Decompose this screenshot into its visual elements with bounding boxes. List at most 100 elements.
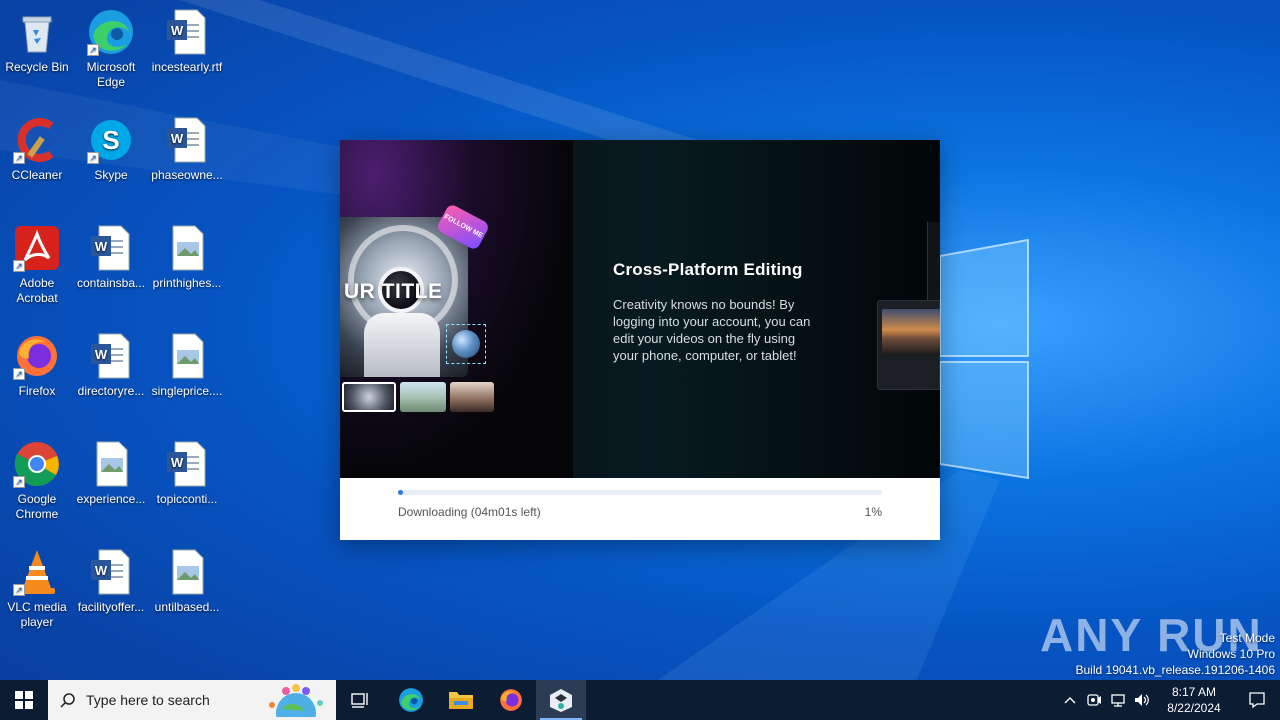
word-document-icon: W [87,224,135,272]
desktop-icon-doc-containsba[interactable]: W containsba... [73,224,149,291]
chevron-up-icon [1064,697,1076,704]
image-file-icon [87,440,135,488]
tray-meet-now-button[interactable] [1082,680,1106,720]
system-tray: 8:17 AM 8/22/2024 [1058,680,1280,720]
windows-logo-wallpaper [940,238,1029,480]
desktop-icon-label: Recycle Bin [5,60,69,74]
thumbnail [450,382,494,412]
desktop-icon-image-singleprice[interactable]: singleprice.... [149,332,225,399]
taskbar-edge-button[interactable] [386,680,436,720]
mock-video-title: UR TITLE [344,280,443,303]
desktop-icon-image-experience[interactable]: experience... [73,440,149,507]
desktop-icon-label: incestearly.rtf [151,60,223,74]
hero-illustration: UR TITLE FOLLOW ME [340,140,573,478]
desktop-icon-label: untilbased... [154,600,220,614]
taskbar-search-box[interactable]: Type here to search [48,680,336,720]
hero-title: Cross-Platform Editing [613,260,803,279]
svg-text:W: W [95,563,108,578]
svg-text:W: W [171,23,184,38]
clock-time: 8:17 AM [1171,685,1217,699]
taskbar-clock[interactable]: 8:17 AM 8/22/2024 [1154,684,1234,716]
skype-icon: S ↗ [87,116,135,164]
desktop-icon-label: CCleaner [11,168,63,182]
shortcut-arrow-icon: ↗ [13,152,25,164]
device-mockup-edge [927,222,940,302]
task-view-icon [351,693,368,708]
taskbar-installer-button[interactable] [536,680,586,720]
search-icon [60,693,75,708]
desktop-icon-ccleaner[interactable]: ↗ CCleaner [0,116,75,183]
desktop-icon-label: Adobe Acrobat [16,276,58,305]
word-document-icon: W [87,548,135,596]
desktop-icon-label: Microsoft Edge [86,60,136,89]
download-percent: 1% [864,505,882,519]
start-button[interactable] [0,680,48,720]
desktop-icon-doc-topicconti[interactable]: W topicconti... [149,440,225,507]
desktop-icon-label: Google Chrome [15,492,59,521]
globe-sticker-selection [446,324,486,364]
desktop-icon-label: experience... [76,492,146,506]
installer-app-icon [550,689,572,712]
download-status-text: Downloading (04m01s left) [398,505,541,519]
task-view-button[interactable] [336,680,386,720]
thumbnail [400,382,446,412]
windows-edition-text: Windows 10 Pro [1187,647,1275,661]
tray-network-button[interactable] [1106,680,1130,720]
clock-date: 8/22/2024 [1167,701,1221,715]
progress-bar-fill [398,490,403,495]
desktop-icon-label: containsba... [76,276,146,290]
desktop-icon-doc-facilityoffer[interactable]: W facilityoffer... [73,548,149,615]
desktop-icon-doc-directoryre[interactable]: W directoryre... [73,332,149,399]
build-text: Build 19041.vb_release.191206-1406 [1075,663,1276,677]
image-file-icon [163,548,211,596]
desktop-icon-label: Skype [94,168,128,182]
globe-icon [452,330,480,358]
shortcut-arrow-icon: ↗ [13,584,25,596]
desktop-icon-image-untilbased[interactable]: untilbased... [149,548,225,615]
tray-volume-button[interactable] [1130,680,1154,720]
desktop-icon-google-chrome[interactable]: ↗ Google Chrome [0,440,75,522]
action-center-button[interactable] [1234,680,1280,720]
show-hidden-icons-button[interactable] [1058,680,1082,720]
svg-text:W: W [95,347,108,362]
desktop-icon-rtf-file[interactable]: W incestearly.rtf [149,8,225,75]
chrome-icon: ↗ [13,440,61,488]
desktop-icon-image-printhighes[interactable]: printhighes... [149,224,225,291]
desktop-icon-skype[interactable]: S ↗ Skype [73,116,149,183]
desktop-icon-vlc[interactable]: ↗ VLC media player [0,548,75,630]
shortcut-arrow-icon: ↗ [13,368,25,380]
word-document-icon: W [163,116,211,164]
hero-description: Creativity knows no bounds! By logging i… [613,297,811,363]
desktop-icon-firefox[interactable]: ↗ Firefox [0,332,75,399]
word-document-icon: W [163,8,211,56]
windows-build-info: Test Mode Windows 10 Pro Build 19041.vb_… [1076,630,1276,678]
svg-text:W: W [171,455,184,470]
svg-text:W: W [95,239,108,254]
ccleaner-icon: ↗ [13,116,61,164]
installer-hero-banner: UR TITLE FOLLOW ME Cross-Platform Editin… [340,140,940,478]
image-file-icon [163,224,211,272]
desktop-icon-recycle-bin[interactable]: Recycle Bin [0,8,75,75]
desktop-icon-label: printhighes... [152,276,222,290]
shortcut-arrow-icon: ↗ [13,476,25,488]
shortcut-arrow-icon: ↗ [87,152,99,164]
hero-text-block: Cross-Platform Editing Creativity knows … [613,260,823,364]
progress-bar [398,490,882,495]
svg-text:S: S [102,125,119,155]
desktop-icon-adobe-acrobat[interactable]: ↗ Adobe Acrobat [0,224,75,306]
thumbnail [342,382,396,412]
desktop-icon-label: facilityoffer... [77,600,145,614]
desktop-icon-doc-phaseowne[interactable]: W phaseowne... [149,116,225,183]
download-progress: Downloading (04m01s left) 1% [398,490,882,519]
edge-icon [399,688,423,712]
desktop-icon-label: phaseowne... [151,168,223,182]
shortcut-arrow-icon: ↗ [13,260,25,272]
acrobat-icon: ↗ [13,224,61,272]
taskbar-firefox-button[interactable] [486,680,536,720]
taskbar-file-explorer-button[interactable] [436,680,486,720]
edge-icon: ↗ [87,8,135,56]
word-document-icon: W [87,332,135,380]
recycle-bin-icon [13,8,61,56]
desktop-icon-edge[interactable]: ↗ Microsoft Edge [73,8,149,90]
image-file-icon [163,332,211,380]
